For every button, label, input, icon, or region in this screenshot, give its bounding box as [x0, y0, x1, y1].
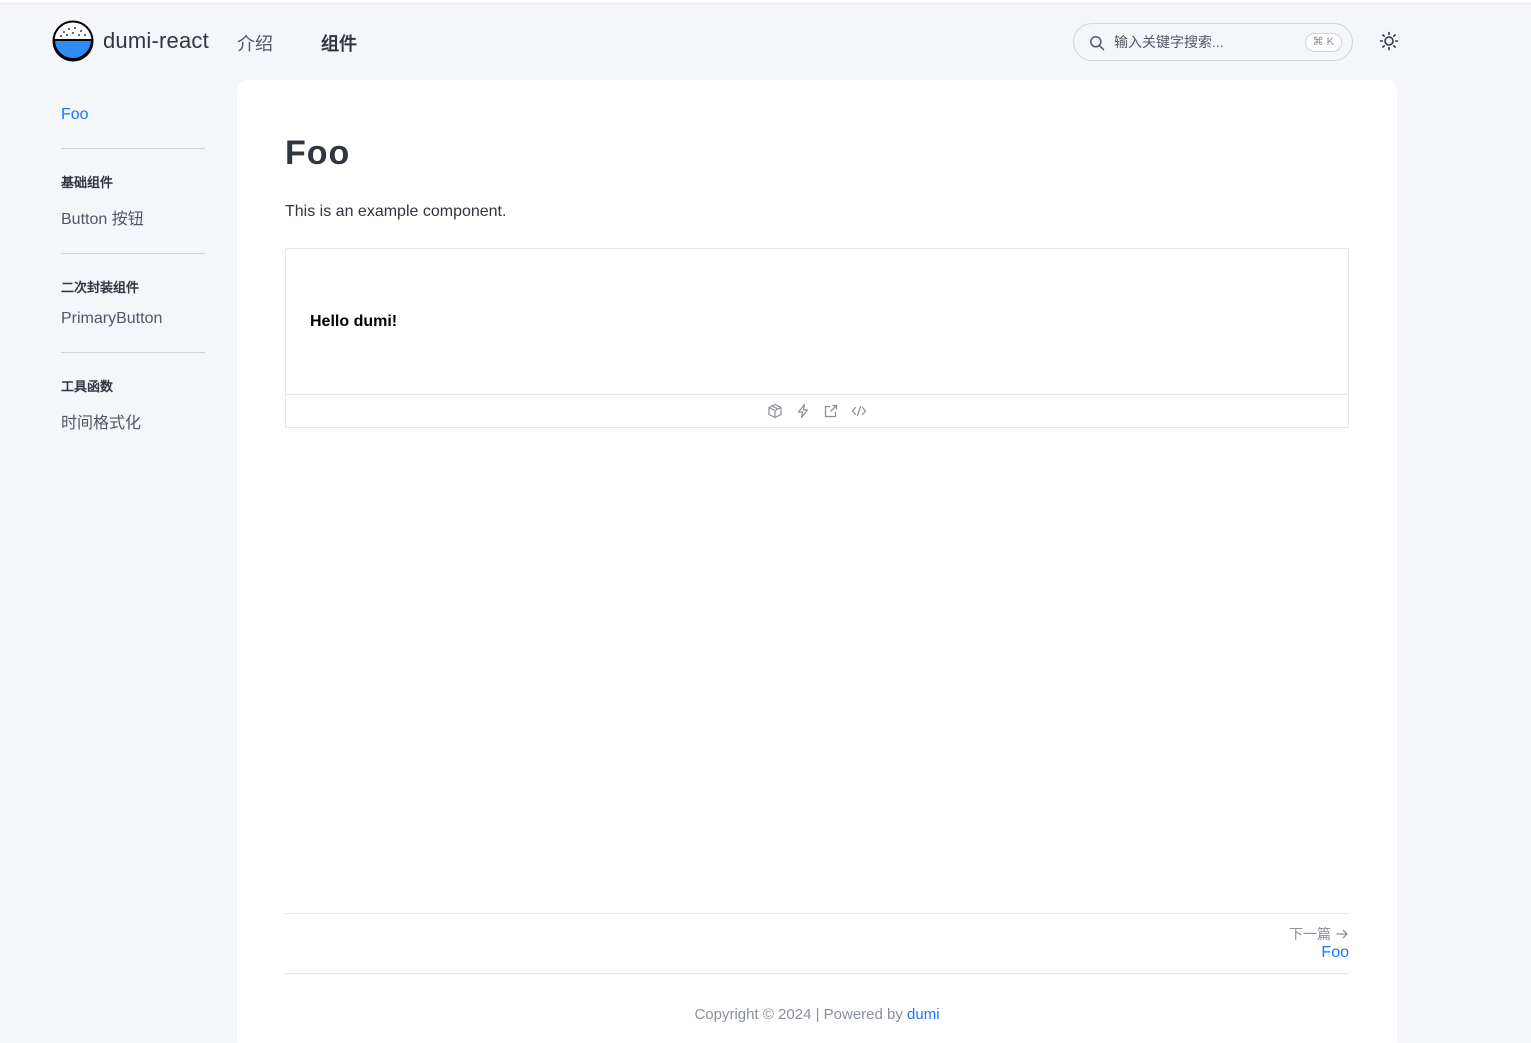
search-box[interactable]: ⌘ K	[1073, 23, 1353, 61]
demo-actions	[286, 395, 1348, 427]
top-nav: 介绍 组件	[237, 30, 405, 56]
search-shortcut-badge: ⌘ K	[1304, 33, 1342, 52]
nav-item-intro[interactable]: 介绍	[237, 30, 273, 56]
sidebar-group-title: 基础组件	[61, 175, 114, 190]
content-card: Foo This is an example component. Hello …	[237, 80, 1397, 1043]
divider	[285, 973, 1349, 974]
next-page-link[interactable]: Foo	[1321, 944, 1349, 962]
site-title: dumi-react	[103, 28, 209, 53]
arrow-right-icon	[1336, 929, 1348, 939]
sidebar-divider	[61, 253, 205, 254]
demo-block: Hello dumi!	[285, 248, 1349, 428]
sidebar-item-primarybutton[interactable]: PrimaryButton	[61, 310, 205, 328]
sidebar-item-time-format[interactable]: 时间格式化	[61, 409, 205, 433]
demo-preview: Hello dumi!	[286, 249, 1348, 395]
sun-icon[interactable]	[1378, 30, 1400, 52]
search-input[interactable]	[1114, 32, 1294, 52]
dumi-link[interactable]: dumi	[907, 1006, 940, 1023]
next-page-caption: 下一篇	[1289, 926, 1331, 942]
rice-bowl-icon	[52, 20, 94, 62]
sidebar: Foo 基础组件 Button 按钮 二次封装组件 PrimaryButton …	[61, 106, 205, 433]
demo-preview-text: Hello dumi!	[310, 313, 398, 330]
sidebar-item-button[interactable]: Button 按钮	[61, 205, 205, 229]
search-icon	[1090, 36, 1105, 51]
stackblitz-icon[interactable]	[795, 403, 811, 419]
codesandbox-icon[interactable]	[767, 403, 783, 419]
copyright-text: Copyright © 2024 | Powered by	[694, 1006, 908, 1023]
page-description: This is an example component.	[285, 203, 507, 220]
next-page-label: 下一篇	[1289, 924, 1349, 944]
sidebar-item-foo[interactable]: Foo	[61, 106, 205, 124]
divider	[285, 913, 1349, 914]
sidebar-group-title: 二次封装组件	[61, 280, 140, 295]
open-external-icon[interactable]	[823, 403, 839, 419]
sidebar-divider	[61, 352, 205, 353]
copyright: Copyright © 2024 | Powered by dumi	[237, 1006, 1397, 1023]
show-code-icon[interactable]	[851, 403, 867, 419]
sidebar-divider	[61, 148, 205, 149]
header: dumi-react 介绍 组件 ⌘ K	[0, 4, 1531, 80]
site-logo[interactable]: dumi-react	[52, 20, 209, 62]
sidebar-group-title: 工具函数	[61, 379, 114, 394]
nav-item-components[interactable]: 组件	[321, 30, 357, 56]
page-title: Foo	[285, 134, 351, 172]
